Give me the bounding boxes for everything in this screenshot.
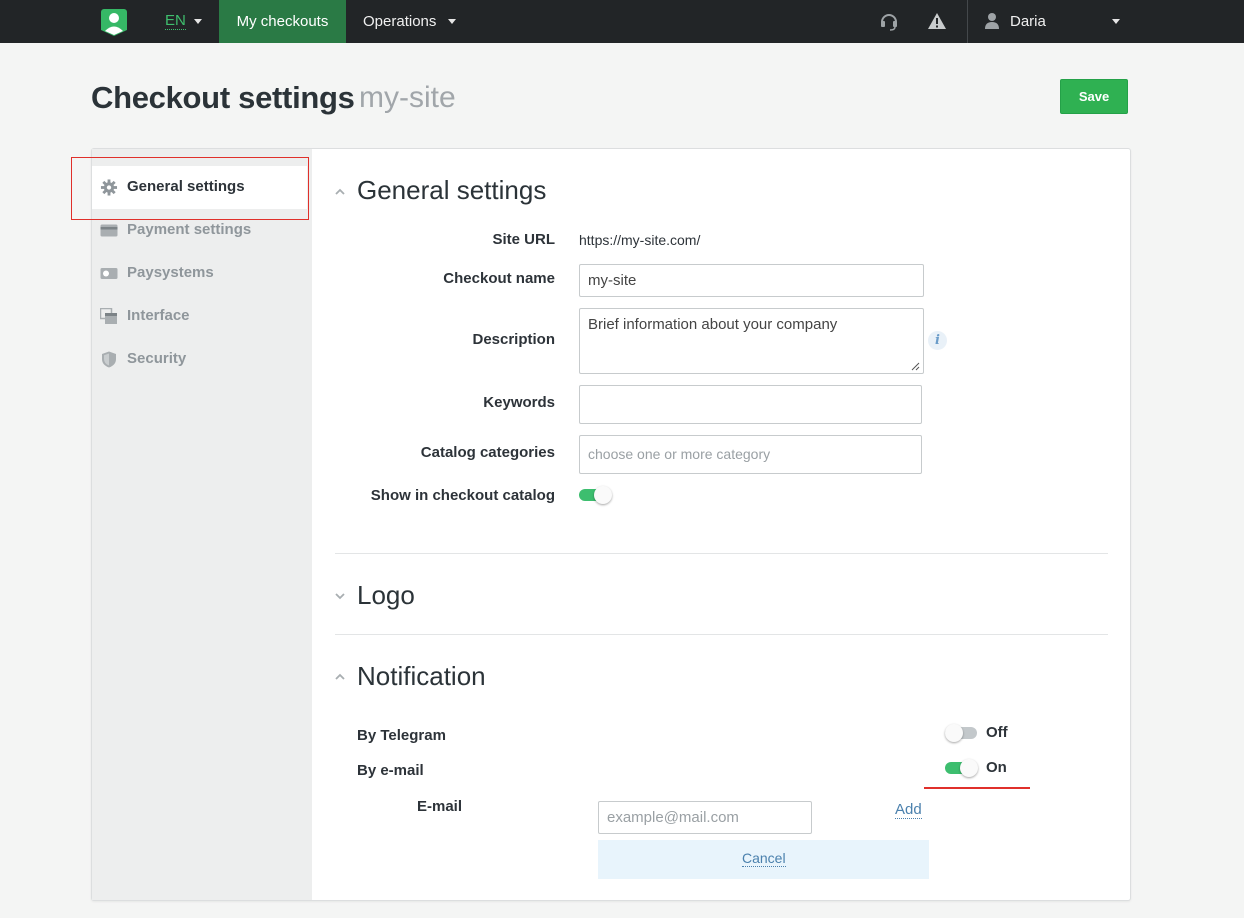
section-title-general[interactable]: General settings xyxy=(357,175,546,206)
description-label: Description xyxy=(472,331,555,348)
toggle-knob xyxy=(594,486,612,504)
show-in-catalog-toggle[interactable] xyxy=(579,485,613,504)
highlight-box xyxy=(71,157,309,220)
top-navigation-bar: EN My checkouts Operations Daria xyxy=(0,0,1244,43)
email-toggle-state: On xyxy=(986,759,1007,776)
keywords-label: Keywords xyxy=(483,394,555,411)
site-url-label: Site URL xyxy=(492,231,555,248)
checkout-name-label: Checkout name xyxy=(443,270,555,287)
sidebar-item-label: Paysystems xyxy=(127,264,214,281)
telegram-label: By Telegram xyxy=(357,727,446,744)
chevron-down-icon[interactable] xyxy=(1112,19,1120,24)
language-selector[interactable]: EN xyxy=(165,12,186,30)
add-email-link[interactable]: Add xyxy=(895,802,922,819)
settings-sidebar: General settings Payment settings Paysys… xyxy=(92,149,312,900)
sidebar-item-interface[interactable]: Interface xyxy=(92,295,312,338)
headset-icon[interactable] xyxy=(879,11,899,31)
sidebar-item-security[interactable]: Security xyxy=(92,338,312,381)
card-icon xyxy=(100,224,118,237)
telegram-toggle-state: Off xyxy=(986,724,1008,741)
windows-icon xyxy=(100,308,117,324)
app-logo-icon[interactable] xyxy=(100,6,128,37)
info-icon[interactable]: i xyxy=(928,331,947,350)
toggle-knob xyxy=(960,759,978,777)
checkout-name-input[interactable]: my-site xyxy=(579,264,924,297)
user-icon xyxy=(985,13,999,29)
cancel-button[interactable]: Cancel xyxy=(742,851,786,867)
keywords-input[interactable] xyxy=(579,385,922,424)
chevron-down-icon xyxy=(194,19,202,24)
chevron-down-icon xyxy=(448,19,456,24)
highlight-underline xyxy=(924,787,1030,789)
chevron-up-icon[interactable] xyxy=(335,187,345,197)
chevron-up-icon[interactable] xyxy=(335,672,345,682)
section-title-notification[interactable]: Notification xyxy=(357,661,486,692)
email-field-label: E-mail xyxy=(417,798,463,815)
catalog-categories-select[interactable]: choose one or more category xyxy=(579,435,922,474)
catalog-categories-label: Catalog categories xyxy=(420,444,555,461)
toggle-knob xyxy=(945,724,963,742)
topbar-divider xyxy=(967,0,968,43)
page-subtitle: my-site xyxy=(359,81,456,114)
description-textarea[interactable]: Brief information about your company xyxy=(579,308,924,374)
cancel-bar: Cancel xyxy=(598,840,929,879)
site-url-value: https://my-site.com/ xyxy=(579,232,701,248)
warning-icon[interactable] xyxy=(927,11,947,31)
sidebar-item-paysystems[interactable]: Paysystems xyxy=(92,252,312,295)
user-menu[interactable]: Daria xyxy=(1010,0,1046,43)
sidebar-item-label: Security xyxy=(127,350,187,367)
sidebar-item-label: Payment settings xyxy=(127,221,252,238)
section-divider xyxy=(335,634,1108,635)
nav-operations[interactable]: Operations xyxy=(363,0,436,43)
section-title-logo[interactable]: Logo xyxy=(357,580,415,611)
email-toggle[interactable] xyxy=(945,758,979,777)
email-notification-label: By e-mail xyxy=(357,762,424,779)
show-in-catalog-label: Show in checkout catalog xyxy=(370,487,555,504)
page-title: Checkout settings xyxy=(91,80,355,115)
sidebar-item-label: Interface xyxy=(127,307,190,324)
shield-icon xyxy=(102,351,116,368)
resize-handle-icon[interactable] xyxy=(911,362,920,371)
telegram-toggle[interactable] xyxy=(945,723,979,742)
section-divider xyxy=(335,553,1108,554)
cash-icon xyxy=(100,268,118,279)
chevron-down-icon[interactable] xyxy=(335,591,345,601)
email-input[interactable]: example@mail.com xyxy=(598,801,812,834)
nav-my-checkouts[interactable]: My checkouts xyxy=(219,0,346,43)
save-button[interactable]: Save xyxy=(1060,79,1128,114)
